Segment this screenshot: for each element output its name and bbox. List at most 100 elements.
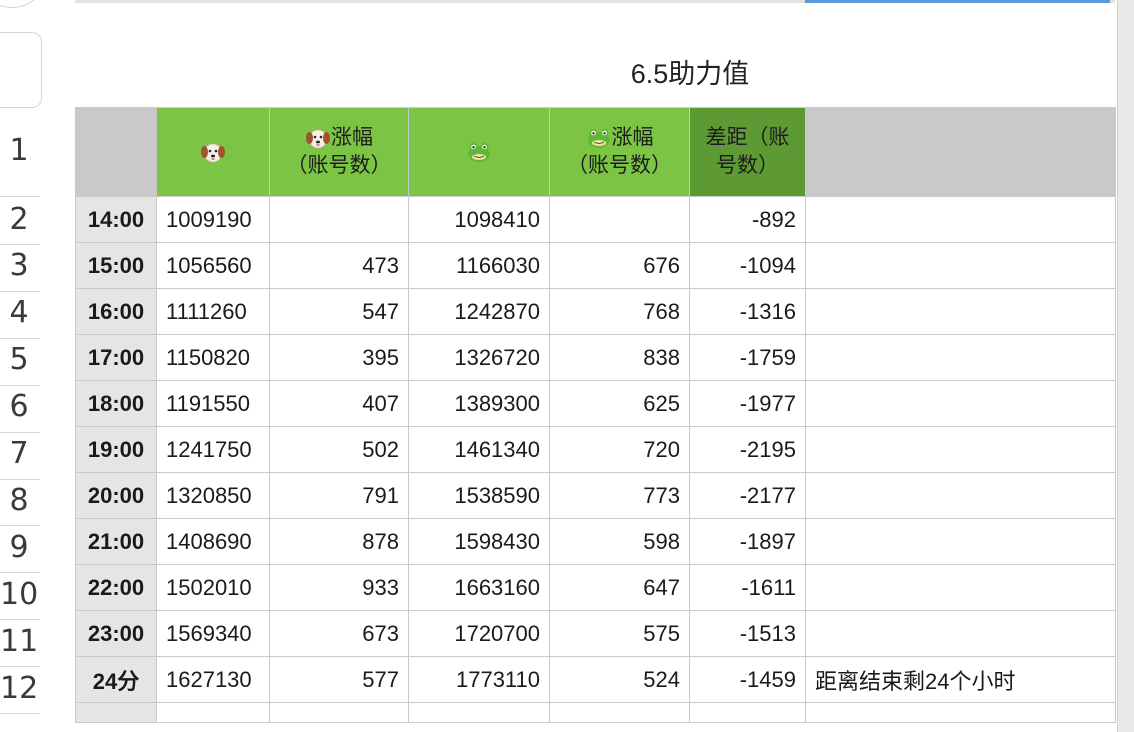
frog-gain-cell[interactable]: 768 bbox=[549, 288, 690, 335]
frog-value-cell[interactable]: 1663160 bbox=[408, 564, 550, 611]
diff-cell[interactable]: -892 bbox=[689, 196, 806, 243]
dog-value-cell[interactable]: 1191550 bbox=[156, 380, 270, 427]
row-header-number[interactable]: 2 bbox=[0, 202, 38, 237]
frog-gain-cell[interactable]: 575 bbox=[549, 610, 690, 657]
time-cell[interactable]: 21:00 bbox=[75, 518, 157, 565]
time-cell[interactable]: 23:00 bbox=[75, 610, 157, 657]
dog-gain-cell[interactable]: 395 bbox=[269, 334, 409, 381]
frog-gain-cell[interactable]: 676 bbox=[549, 242, 690, 289]
row-header-number[interactable]: 9 bbox=[0, 530, 38, 565]
time-cell[interactable]: 14:00 bbox=[75, 196, 157, 243]
note-cell[interactable]: 距离结束剩24个小时 bbox=[805, 656, 1116, 703]
frog-gain-cell[interactable]: 720 bbox=[549, 426, 690, 473]
diff-cell[interactable]: -1094 bbox=[689, 242, 806, 289]
note-cell[interactable] bbox=[805, 334, 1116, 381]
dog-gain-cell[interactable]: 473 bbox=[269, 242, 409, 289]
note-cell[interactable] bbox=[805, 472, 1116, 519]
note-cell[interactable] bbox=[805, 518, 1116, 565]
diff-cell[interactable]: -1513 bbox=[689, 610, 806, 657]
header-dog-cell[interactable] bbox=[156, 107, 270, 197]
frog-value-cell[interactable]: 1773110 bbox=[408, 656, 550, 703]
diff-cell[interactable]: -1459 bbox=[689, 656, 806, 703]
dog-gain-cell[interactable]: 933 bbox=[269, 564, 409, 611]
empty-cell[interactable] bbox=[689, 702, 806, 723]
diff-cell[interactable]: -1977 bbox=[689, 380, 806, 427]
time-cell[interactable]: 24分 bbox=[75, 656, 157, 703]
empty-cell[interactable] bbox=[269, 702, 409, 723]
note-cell[interactable] bbox=[805, 426, 1116, 473]
row-header-number[interactable]: 6 bbox=[0, 389, 38, 424]
diff-cell[interactable]: -2195 bbox=[689, 426, 806, 473]
empty-cell[interactable] bbox=[156, 702, 270, 723]
dog-gain-cell[interactable]: 878 bbox=[269, 518, 409, 565]
frog-gain-cell[interactable]: 598 bbox=[549, 518, 690, 565]
diff-cell[interactable]: -1316 bbox=[689, 288, 806, 335]
diff-cell[interactable]: -1759 bbox=[689, 334, 806, 381]
note-cell[interactable] bbox=[805, 380, 1116, 427]
row-header-number[interactable]: 5 bbox=[0, 342, 38, 377]
empty-cell[interactable] bbox=[408, 702, 550, 723]
frog-value-cell[interactable]: 1326720 bbox=[408, 334, 550, 381]
frog-gain-cell[interactable]: 524 bbox=[549, 656, 690, 703]
frog-value-cell[interactable]: 1098410 bbox=[408, 196, 550, 243]
header-frog-gain-cell[interactable]: 涨幅 （账号数） bbox=[549, 107, 690, 197]
row-header-number[interactable]: 3 bbox=[0, 248, 38, 283]
time-cell[interactable]: 20:00 bbox=[75, 472, 157, 519]
dog-value-cell[interactable]: 1056560 bbox=[156, 242, 270, 289]
note-cell[interactable] bbox=[805, 242, 1116, 289]
corner-control[interactable] bbox=[0, 0, 42, 8]
diff-cell[interactable]: -1611 bbox=[689, 564, 806, 611]
time-cell[interactable]: 15:00 bbox=[75, 242, 157, 289]
header-frog-cell[interactable] bbox=[408, 107, 550, 197]
frog-gain-cell[interactable]: 647 bbox=[549, 564, 690, 611]
frog-gain-cell[interactable]: 625 bbox=[549, 380, 690, 427]
diff-cell[interactable]: -1897 bbox=[689, 518, 806, 565]
time-cell[interactable]: 22:00 bbox=[75, 564, 157, 611]
frog-value-cell[interactable]: 1461340 bbox=[408, 426, 550, 473]
empty-cell[interactable] bbox=[75, 702, 157, 723]
frog-value-cell[interactable]: 1538590 bbox=[408, 472, 550, 519]
row-header-number[interactable]: 10 bbox=[0, 577, 38, 612]
frog-value-cell[interactable]: 1242870 bbox=[408, 288, 550, 335]
frog-value-cell[interactable]: 1720700 bbox=[408, 610, 550, 657]
note-cell[interactable] bbox=[805, 288, 1116, 335]
frog-gain-cell[interactable] bbox=[549, 196, 690, 243]
frog-gain-cell[interactable]: 773 bbox=[549, 472, 690, 519]
dog-gain-cell[interactable]: 791 bbox=[269, 472, 409, 519]
row-header-number[interactable]: 4 bbox=[0, 295, 38, 330]
header-dog-gain-cell[interactable]: 涨幅 （账号数） bbox=[269, 107, 409, 197]
dog-value-cell[interactable]: 1241750 bbox=[156, 426, 270, 473]
frog-gain-cell[interactable]: 838 bbox=[549, 334, 690, 381]
select-all-corner[interactable] bbox=[0, 32, 42, 108]
dog-value-cell[interactable]: 1502010 bbox=[156, 564, 270, 611]
frog-value-cell[interactable]: 1166030 bbox=[408, 242, 550, 289]
note-cell[interactable] bbox=[805, 564, 1116, 611]
dog-gain-cell[interactable]: 577 bbox=[269, 656, 409, 703]
note-cell[interactable] bbox=[805, 610, 1116, 657]
header-empty-cell[interactable] bbox=[805, 107, 1116, 197]
dog-value-cell[interactable]: 1320850 bbox=[156, 472, 270, 519]
header-corner-cell[interactable] bbox=[75, 107, 157, 197]
dog-gain-cell[interactable]: 547 bbox=[269, 288, 409, 335]
row-header-number[interactable]: 11 bbox=[0, 624, 38, 659]
time-cell[interactable]: 16:00 bbox=[75, 288, 157, 335]
row-header-number[interactable]: 1 bbox=[0, 133, 38, 168]
time-cell[interactable]: 17:00 bbox=[75, 334, 157, 381]
row-header-number[interactable]: 12 bbox=[0, 671, 38, 706]
time-cell[interactable]: 19:00 bbox=[75, 426, 157, 473]
dog-value-cell[interactable]: 1150820 bbox=[156, 334, 270, 381]
empty-cell[interactable] bbox=[549, 702, 690, 723]
time-cell[interactable]: 18:00 bbox=[75, 380, 157, 427]
dog-gain-cell[interactable]: 673 bbox=[269, 610, 409, 657]
dog-value-cell[interactable]: 1569340 bbox=[156, 610, 270, 657]
dog-value-cell[interactable]: 1627130 bbox=[156, 656, 270, 703]
dog-value-cell[interactable]: 1009190 bbox=[156, 196, 270, 243]
row-header-number[interactable]: 7 bbox=[0, 436, 38, 471]
frog-value-cell[interactable]: 1389300 bbox=[408, 380, 550, 427]
row-header-number[interactable]: 8 bbox=[0, 483, 38, 518]
frog-value-cell[interactable]: 1598430 bbox=[408, 518, 550, 565]
dog-gain-cell[interactable]: 407 bbox=[269, 380, 409, 427]
empty-cell[interactable] bbox=[805, 702, 1116, 723]
dog-gain-cell[interactable]: 502 bbox=[269, 426, 409, 473]
dog-value-cell[interactable]: 1111260 bbox=[156, 288, 270, 335]
